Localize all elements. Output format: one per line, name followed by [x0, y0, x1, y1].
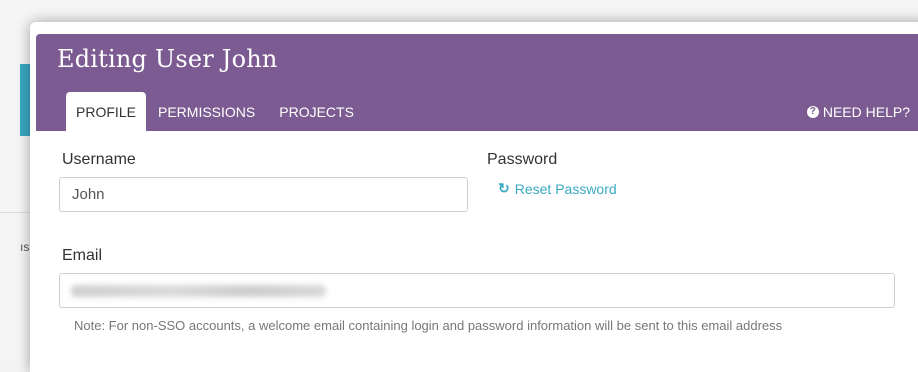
modal-title: Editing User John — [57, 45, 278, 73]
modal-header: Editing User John PROFILE PERMISSIONS PR… — [36, 34, 918, 131]
need-help-link[interactable]: ? NEED HELP? — [806, 104, 910, 120]
tab-projects[interactable]: PROJECTS — [267, 92, 366, 131]
email-note: Note: For non-SSO accounts, a welcome em… — [74, 318, 783, 333]
username-label: Username — [62, 151, 136, 168]
email-label: Email — [62, 247, 103, 264]
reset-password-label: Reset Password — [514, 180, 617, 197]
question-circle-icon: ? — [806, 106, 819, 118]
password-label: Password — [487, 151, 558, 168]
email-value-blurred — [71, 285, 326, 297]
background-divider — [0, 212, 30, 213]
tab-permissions[interactable]: PERMISSIONS — [146, 92, 267, 131]
username-input[interactable] — [59, 177, 468, 212]
tab-profile[interactable]: PROFILE — [66, 92, 146, 131]
need-help-label: NEED HELP? — [822, 104, 910, 120]
refresh-icon: ↻ — [498, 180, 510, 196]
edit-user-modal: Editing User John PROFILE PERMISSIONS PR… — [30, 22, 918, 372]
tab-bar: PROFILE PERMISSIONS PROJECTS — [66, 92, 366, 131]
reset-password-link[interactable]: ↻ Reset Password — [498, 180, 617, 197]
background-text-fragment: ıs — [20, 240, 30, 254]
